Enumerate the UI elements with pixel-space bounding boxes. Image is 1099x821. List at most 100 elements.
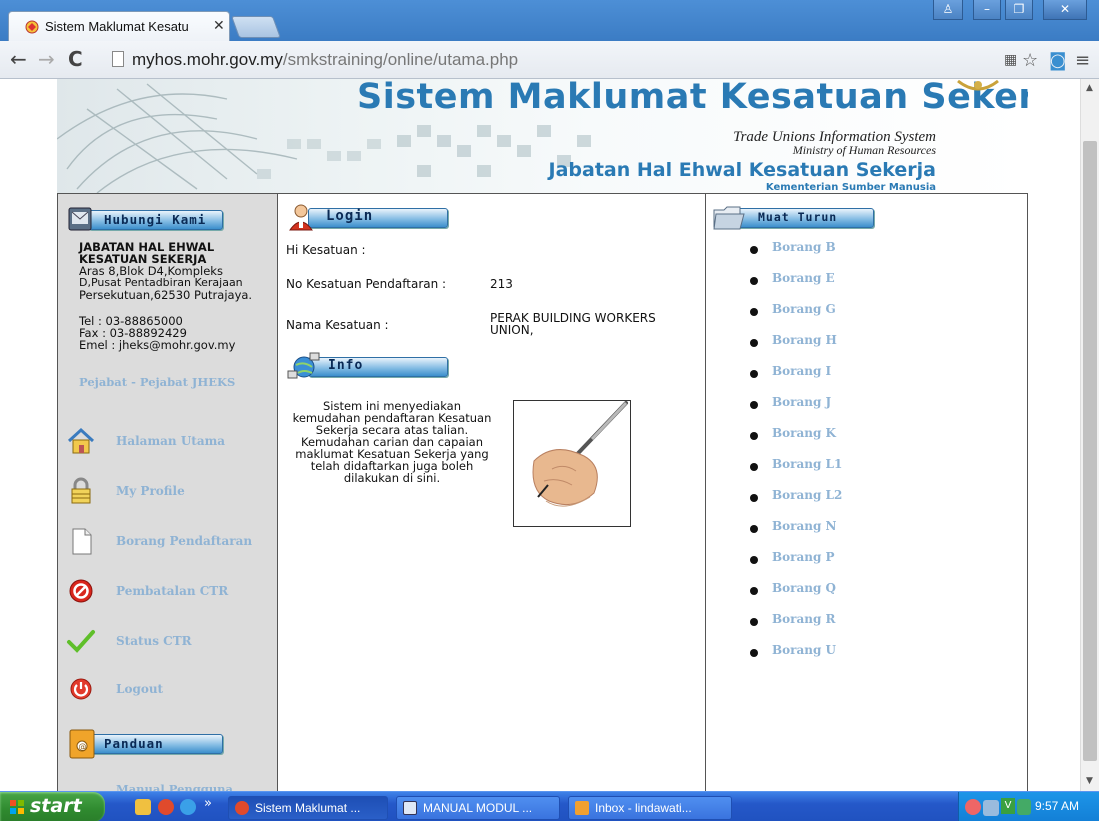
user-icon[interactable]: ♙	[933, 0, 963, 20]
windows-logo-icon	[10, 800, 24, 814]
minimize-button[interactable]: –	[973, 0, 1001, 20]
url-host: myhos.mohr.gov.my	[132, 50, 283, 69]
quicklaunch-chrome-icon[interactable]	[158, 799, 174, 815]
tray-alert-icon[interactable]	[965, 799, 981, 815]
bullet-icon	[750, 339, 758, 347]
tray-network-icon[interactable]	[983, 800, 999, 816]
site-title: Sistem Maklumat Kesatuan Sekerja	[357, 79, 1028, 117]
menu-home[interactable]: Halaman Utama	[66, 424, 276, 460]
bullet-icon	[750, 587, 758, 595]
guide-header-label: Panduan	[104, 736, 164, 751]
reload-icon[interactable]: C	[68, 48, 83, 70]
tab-close-icon[interactable]: ✕	[213, 18, 225, 34]
cancel-icon	[69, 579, 93, 603]
main-column: Login Hi Kesatuan : No Kesatuan Pendafta…	[278, 194, 706, 791]
banner-tile	[497, 135, 511, 147]
download-label: Borang E	[772, 271, 835, 285]
banner-tile	[397, 135, 411, 147]
banner-tile	[537, 125, 551, 137]
system-tray: V 9:57 AM	[958, 792, 1099, 821]
contact-icon	[68, 207, 92, 231]
tray-language-icon[interactable]: V	[1001, 798, 1015, 814]
bullet-icon	[750, 277, 758, 285]
bookmark-star-icon[interactable]: ☆	[1022, 50, 1038, 71]
menu-logout[interactable]: Logout	[66, 672, 276, 708]
url-text: myhos.mohr.gov.my/smkstraining/online/ut…	[132, 50, 518, 70]
maximize-button[interactable]: ❐	[1005, 0, 1033, 20]
banner-tile	[417, 165, 431, 177]
page-icon	[112, 51, 124, 67]
content-area: Hubungi Kami JABATAN HAL EHWAL KESATUAN …	[57, 193, 1028, 791]
download-label: Borang N	[772, 519, 837, 533]
scroll-down-icon[interactable]: ▼	[1086, 776, 1093, 786]
download-label: Borang U	[772, 643, 837, 657]
download-label: Borang L2	[772, 488, 843, 502]
vertical-scrollbar[interactable]: ▲ ▼	[1080, 79, 1099, 791]
download-label: Borang L1	[772, 457, 843, 471]
address-line-3: Persekutuan,62530 Putrajaya.	[79, 288, 253, 302]
menu-profile[interactable]: My Profile	[66, 474, 276, 510]
bullet-icon	[750, 649, 758, 657]
bullet-icon	[750, 556, 758, 564]
folder-icon	[713, 206, 745, 230]
quicklaunch-more-icon[interactable]: »	[204, 796, 212, 811]
url-path: /smkstraining/online/utama.php	[282, 50, 519, 69]
quicklaunch-paint-icon[interactable]	[135, 799, 151, 815]
info-text: Sistem ini menyediakan kemudahan pendaft…	[278, 400, 506, 484]
download-label: Borang R	[772, 612, 836, 626]
user-manual-link[interactable]: Manual Pengguna	[116, 783, 233, 791]
forward-icon[interactable]: →	[38, 48, 55, 70]
address-bar[interactable]: myhos.mohr.gov.my/smkstraining/online/ut…	[104, 46, 1054, 74]
browser-toolbar: ← → C myhos.mohr.gov.my/smkstraining/onl…	[0, 41, 1099, 79]
chrome-icon	[235, 801, 249, 815]
bullet-icon	[750, 525, 758, 533]
new-tab-button[interactable]	[230, 16, 282, 38]
taskbar: start » Sistem Maklumat ... MANUAL MODUL…	[0, 791, 1099, 821]
crest-logo-icon	[957, 79, 999, 91]
menu-label: Borang Pendaftaran	[116, 534, 253, 548]
task-word[interactable]: MANUAL MODUL ...	[396, 796, 560, 820]
start-button[interactable]: start	[0, 792, 105, 821]
book-icon: @	[69, 729, 95, 759]
email: Emel : jheks@mohr.gov.my	[79, 338, 236, 352]
task-label: MANUAL MODUL ...	[423, 801, 533, 815]
download-label: Borang I	[772, 364, 832, 378]
menu-registration-form[interactable]: Borang Pendaftaran	[66, 524, 276, 560]
info-header-label: Info	[328, 358, 364, 373]
bullet-icon	[750, 401, 758, 409]
document-icon	[72, 528, 92, 555]
browser-tab[interactable]: Sistem Maklumat Kesatu ✕	[8, 11, 230, 42]
task-outlook[interactable]: Inbox - lindawati...	[568, 796, 732, 820]
quicklaunch-ie-icon[interactable]	[180, 799, 196, 815]
menu-cancellation[interactable]: Pembatalan CTR	[66, 574, 276, 610]
task-label: Inbox - lindawati...	[595, 801, 692, 815]
offices-link[interactable]: Pejabat - Pejabat JHEKS	[79, 376, 235, 388]
writing-hand-image	[513, 400, 631, 527]
download-label: Borang P	[772, 550, 835, 564]
union-name-value-2: UNION,	[490, 323, 534, 337]
clock: 9:57 AM	[1035, 799, 1080, 813]
bullet-icon	[750, 463, 758, 471]
browser-tabstrip: Sistem Maklumat Kesatu ✕ ♙ – ❐ ✕	[0, 0, 1099, 42]
home-icon	[67, 427, 95, 454]
camera-icon[interactable]: ◙	[1049, 50, 1066, 71]
task-browser[interactable]: Sistem Maklumat ...	[228, 796, 388, 820]
department-name: Jabatan Hal Ehwal Kesatuan Sekerja	[548, 159, 936, 181]
close-button[interactable]: ✕	[1043, 0, 1087, 20]
banner-tile	[477, 125, 491, 137]
network-globe-icon	[287, 352, 320, 379]
page-viewport: Sistem Maklumat Kesatuan Sekerja Trade U…	[0, 79, 1080, 791]
translate-icon[interactable]: ▦	[1004, 52, 1017, 68]
scroll-up-icon[interactable]: ▲	[1086, 83, 1093, 93]
banner-decoration	[57, 83, 381, 193]
back-icon[interactable]: ←	[10, 48, 27, 70]
word-document-icon	[403, 801, 417, 815]
checkmark-icon	[67, 630, 95, 653]
scrollbar-thumb[interactable]	[1083, 141, 1097, 761]
tray-app-icon[interactable]	[1017, 799, 1031, 815]
ministry-my: Kementerian Sumber Manusia	[765, 182, 936, 193]
hand-pen-illustration	[532, 401, 628, 507]
login-header-label: Login	[326, 208, 374, 224]
menu-icon[interactable]: ≡	[1075, 50, 1090, 71]
menu-status[interactable]: Status CTR	[66, 624, 276, 660]
